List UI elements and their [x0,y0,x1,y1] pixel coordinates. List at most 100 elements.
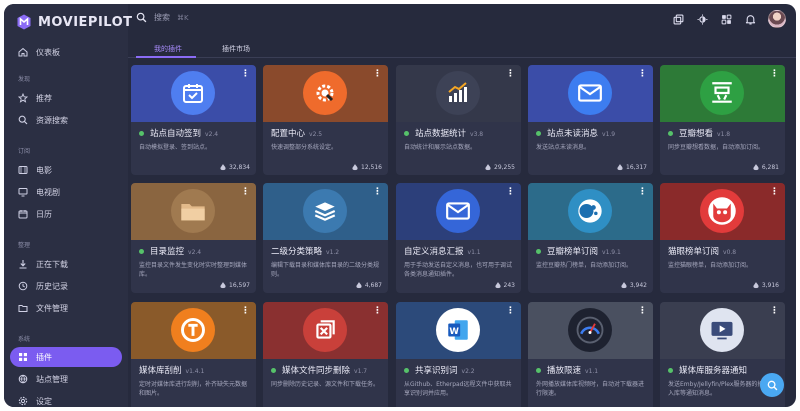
more-vertical-icon[interactable]: ⋮ [373,306,382,316]
tv-icon [18,187,28,197]
sidebar-item-plugins[interactable]: 插件 [10,347,122,367]
enabled-status-dot [404,131,409,136]
plugin-card[interactable]: ⋮ 媒体库刮削 v1.4.1 定时对媒体库进行刮削，补齐缺失元数据和图片。 [131,302,256,407]
more-vertical-icon[interactable]: ⋮ [241,69,250,79]
search-placeholder: 搜索 [154,13,170,22]
more-vertical-icon[interactable]: ⋮ [241,187,250,197]
flame-icon [617,164,623,171]
more-vertical-icon[interactable]: ⋮ [770,69,779,79]
plugin-version: v3.8 [470,131,484,138]
history-icon [18,281,28,291]
search-fab[interactable] [760,373,784,397]
tab-my-plugins[interactable]: 我的插件 [154,44,182,54]
download-count: 4,687 [356,282,382,289]
enabled-status-dot [536,131,541,136]
sidebar-item-downloading[interactable]: 正在下载 [10,254,122,274]
plugin-version: v1.4.1 [185,368,205,375]
calendar-icon [18,209,28,219]
sidebar-section-subscribe: 订阅 [18,148,31,155]
app-name: MOVIEPILOT [38,14,133,30]
plugin-card-banner: ⋮ [396,65,521,122]
plugin-title: 二级分类策略 [271,247,323,257]
more-vertical-icon[interactable]: ⋮ [506,306,515,316]
scrape-icon [171,308,215,352]
sidebar-item-label: 仪表板 [36,47,60,57]
plugin-title: 共享识别词 [415,366,458,376]
more-vertical-icon[interactable]: ⋮ [638,69,647,79]
flame-icon [352,164,358,171]
plugin-description: 同步豆瓣想看数据，自动添加订阅。 [668,144,765,151]
more-vertical-icon[interactable]: ⋮ [638,306,647,316]
plugin-description: 快速调整部分系统设定。 [271,144,338,151]
star-icon [18,93,28,103]
shortcuts-icon[interactable] [720,13,732,25]
plugin-card[interactable]: ⋮ 猫眼榜单订阅 v0.8 监控猫眼榜单，自动添加订阅。 3,916 [660,183,785,293]
sidebar-section-system: 系统 [18,336,31,343]
copy-icon[interactable] [672,13,684,25]
plugin-card[interactable]: W ⋮ 共享识别词 v2.2 从Github、Etherpad远程文件中获取共享识别词并… [396,302,521,407]
enabled-status-dot [536,368,541,373]
download-count: 16,597 [220,282,250,289]
download-count: 3,942 [621,282,647,289]
sidebar-item-history[interactable]: 历史记录 [10,276,122,296]
plugin-card[interactable]: ⋮ 自定义消息汇报 v1.1 用于手动发送自定义消息，也可用于调试各类消息通知插件。 2… [396,183,521,293]
more-vertical-icon[interactable]: ⋮ [506,187,515,197]
download-count-value: 3,916 [761,282,779,289]
sidebar-item-label: 电影 [36,165,52,175]
download-count: 243 [494,282,515,289]
more-vertical-icon[interactable]: ⋮ [506,69,515,79]
more-vertical-icon[interactable]: ⋮ [373,187,382,197]
layers-icon [303,189,347,233]
sidebar-item-search[interactable]: 资源搜索 [10,110,122,130]
more-vertical-icon[interactable]: ⋮ [770,187,779,197]
plugin-card[interactable]: ⋮ 目录监控 v2.4 监控目录文件发生变化时实时整理到媒体库。 16,597 [131,183,256,293]
plugin-title: 媒体库服务器通知 [679,366,748,376]
flame-icon [220,282,226,289]
plugin-title: 播放限速 [547,366,582,376]
more-vertical-icon[interactable]: ⋮ [241,306,250,316]
download-count: 6,281 [753,164,779,171]
plugin-card[interactable]: ⋮ 配置中心 v2.5 快速调整部分系统设定。 12,516 [263,65,388,175]
more-vertical-icon[interactable]: ⋮ [373,69,382,79]
sidebar-item-label: 插件 [36,352,52,362]
plugin-title: 站点自动签到 [150,129,202,139]
mail-icon [568,71,612,115]
folder-icon [18,303,28,313]
bell-icon[interactable] [744,13,756,25]
download-count-value: 4,687 [364,282,382,289]
plugin-card[interactable]: ⋮ 站点未读消息 v1.9 发送站点未读消息。 16,317 [528,65,653,175]
sidebar-item-settings[interactable]: 设定 [10,391,122,407]
sidebar-item-sites[interactable]: 站点管理 [10,369,122,389]
download-count-value: 32,834 [229,164,250,171]
tab-plugin-market[interactable]: 插件市场 [222,44,250,54]
sidebar-item-dashboard[interactable]: 仪表板 [10,42,122,62]
sidebar-item-calendar[interactable]: 日历 [10,204,122,224]
sidebar-item-movies[interactable]: 电影 [10,160,122,180]
mail-icon [436,189,480,233]
plugin-card[interactable]: ⋮ 二级分类策略 v1.2 编辑下载目录和媒体库目录的二级分类规则。 4,687 [263,183,388,293]
plugin-card[interactable]: ⋮ 站点自动签到 v2.4 自动模拟登录、签到站点。 32,834 [131,65,256,175]
search-box[interactable]: 搜索 ⌘K [136,12,189,23]
plugin-card[interactable]: ⋮ 站点数据统计 v3.8 自动统计和展示站点数据。 29,255 [396,65,521,175]
plugin-card[interactable]: ⋮ 豆瓣想看 v1.8 同步豆瓣想看数据，自动添加订阅。 6,281 [660,65,785,175]
plugin-card-banner: ⋮ [528,183,653,240]
plugin-card[interactable]: ⋮ 豆瓣榜单订阅 v1.9.1 监控豆瓣热门榜单，自动添加订阅。 3,942 [528,183,653,293]
plugin-card[interactable]: ⋮ 媒体文件同步删除 v1.7 同步删除历史记录、源文件和下载任务。 [263,302,388,407]
more-vertical-icon[interactable]: ⋮ [638,187,647,197]
plugin-title-row: 媒体文件同步删除 v1.7 [271,364,367,376]
plugin-title: 媒体库刮削 [139,366,182,376]
sidebar-item-tv[interactable]: 电视剧 [10,182,122,202]
app-logo[interactable]: MOVIEPILOT [16,14,133,30]
plugin-card[interactable]: ⋮ 播放限速 v1.1 外网播放媒体库视频时，自动对下载器进行限速。 [528,302,653,407]
sidebar-item-label: 文件管理 [36,303,68,313]
sidebar-item-recommend[interactable]: 推荐 [10,88,122,108]
theme-toggle-icon[interactable] [696,13,708,25]
plugin-version: v1.7 [354,368,368,375]
user-avatar[interactable] [768,10,786,28]
folder-icon [171,189,215,233]
download-count: 3,916 [753,282,779,289]
plugin-version: v1.1 [467,249,481,256]
plugin-title-row: 共享识别词 v2.2 [404,364,475,376]
sidebar-item-files[interactable]: 文件管理 [10,298,122,318]
more-vertical-icon[interactable]: ⋮ [770,306,779,316]
